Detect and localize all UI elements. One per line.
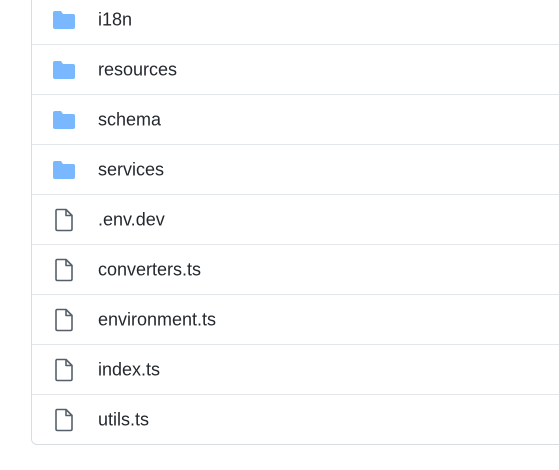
- folder-icon: [52, 8, 76, 32]
- list-item-env-dev[interactable]: .env.dev: [32, 195, 559, 245]
- item-name[interactable]: i18n: [98, 9, 132, 30]
- item-name[interactable]: index.ts: [98, 359, 160, 380]
- list-item-resources[interactable]: resources: [32, 45, 559, 95]
- list-item-utils[interactable]: utils.ts: [32, 395, 559, 444]
- list-item-environment[interactable]: environment.ts: [32, 295, 559, 345]
- folder-icon: [52, 58, 76, 82]
- file-list: i18n resources schema services .env.dev …: [31, 0, 559, 445]
- folder-icon: [52, 158, 76, 182]
- item-name[interactable]: resources: [98, 59, 177, 80]
- item-name[interactable]: environment.ts: [98, 309, 216, 330]
- file-icon: [52, 258, 76, 282]
- file-icon: [52, 308, 76, 332]
- list-item-converters[interactable]: converters.ts: [32, 245, 559, 295]
- item-name[interactable]: schema: [98, 109, 161, 130]
- item-name[interactable]: services: [98, 159, 164, 180]
- list-item-schema[interactable]: schema: [32, 95, 559, 145]
- item-name[interactable]: converters.ts: [98, 259, 201, 280]
- item-name[interactable]: utils.ts: [98, 410, 149, 431]
- list-item-index[interactable]: index.ts: [32, 345, 559, 395]
- item-name[interactable]: .env.dev: [98, 209, 165, 230]
- list-item-i18n[interactable]: i18n: [32, 0, 559, 45]
- folder-icon: [52, 108, 76, 132]
- file-icon: [52, 358, 76, 382]
- list-item-services[interactable]: services: [32, 145, 559, 195]
- file-icon: [52, 208, 76, 232]
- file-icon: [52, 408, 76, 432]
